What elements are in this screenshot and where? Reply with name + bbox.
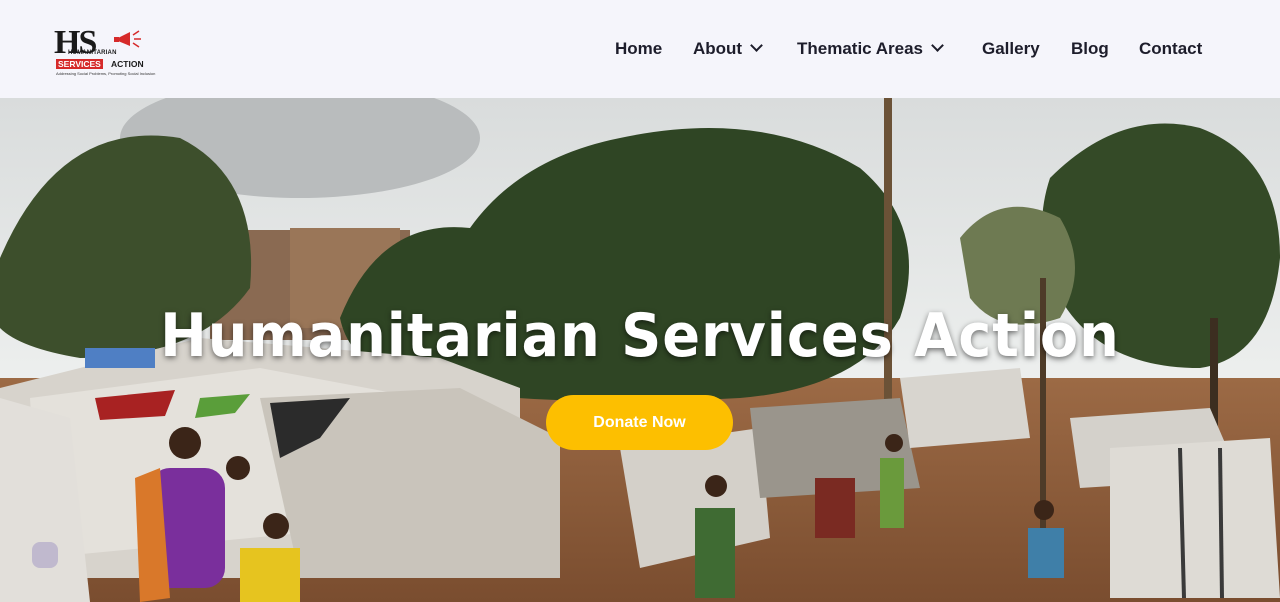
chevron-down-icon (750, 39, 763, 52)
donate-button[interactable]: Donate Now (546, 395, 733, 450)
nav-thematic-areas-label: Thematic Areas (797, 39, 923, 58)
hero-section: Humanitarian Services Action Donate Now (0, 98, 1280, 602)
logo-tagline: Addressing Social Problems, Promoting So… (56, 71, 156, 76)
logo-line2-services: SERVICES (56, 59, 103, 69)
nav-about[interactable]: About (693, 36, 763, 62)
accessibility-icon[interactable] (32, 542, 58, 568)
nav-contact[interactable]: Contact (1139, 36, 1202, 62)
megaphone-icon (114, 30, 141, 48)
nav-about-label: About (693, 39, 743, 58)
site-header: HS HUMANITARIAN SERVICES ACTION Addressi… (0, 0, 1280, 98)
nav-blog[interactable]: Blog (1071, 36, 1109, 62)
logo-line1: HUMANITARIAN (68, 50, 117, 56)
nav-thematic-areas[interactable]: Thematic Areas (797, 36, 944, 62)
site-logo[interactable]: HS HUMANITARIAN SERVICES ACTION Addressi… (54, 26, 155, 80)
chevron-down-icon (931, 39, 944, 52)
hero-title: Humanitarian Services Action (160, 301, 1120, 371)
nav-blog-label: Blog (1071, 39, 1109, 58)
nav-contact-label: Contact (1139, 39, 1203, 58)
nav-home[interactable]: Home (615, 36, 662, 62)
nav-home-label: Home (615, 39, 663, 58)
nav-gallery[interactable]: Gallery (982, 36, 1040, 62)
nav-gallery-label: Gallery (982, 39, 1040, 58)
logo-line2-action: ACTION (111, 59, 144, 69)
